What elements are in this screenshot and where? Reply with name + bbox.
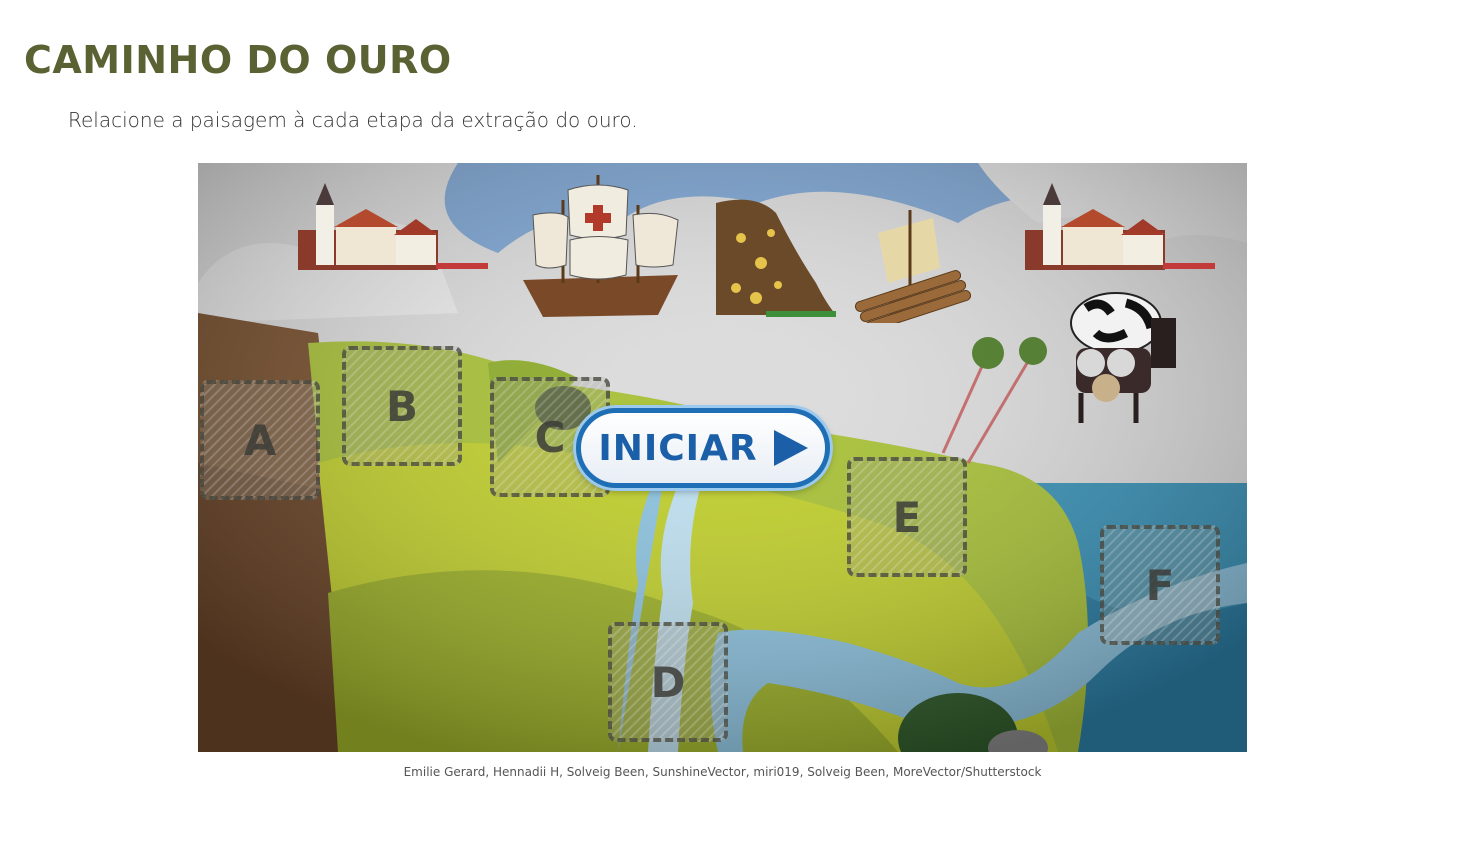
drop-zone-c-label: C: [534, 412, 566, 462]
play-icon: [773, 430, 808, 466]
start-button-label: INICIAR: [598, 427, 758, 469]
wooden-raft-card[interactable]: [848, 208, 978, 323]
drop-zone-b[interactable]: B: [342, 346, 462, 466]
drop-zone-e-label: E: [892, 492, 922, 542]
instruction-text: Relacione a paisagem à cada etapa da ext…: [68, 108, 638, 132]
pack-mules-card[interactable]: [1066, 288, 1191, 428]
drop-zone-d-label: D: [650, 657, 686, 707]
drop-zone-e[interactable]: E: [847, 457, 967, 577]
drop-zone-b-label: B: [385, 381, 418, 431]
drop-zone-a[interactable]: A: [200, 380, 320, 500]
drop-zone-d[interactable]: D: [608, 622, 728, 742]
gold-rock-card[interactable]: [716, 193, 836, 323]
village-left-card[interactable]: [296, 175, 496, 275]
village-right-card[interactable]: [1023, 175, 1223, 275]
drop-zone-f[interactable]: F: [1100, 525, 1220, 645]
drop-zone-a-label: A: [243, 415, 277, 465]
start-button[interactable]: INICIAR: [576, 408, 830, 488]
game-stage: A B C D E F INICIAR: [198, 163, 1247, 752]
page-title: CAMINHO DO OURO: [24, 38, 452, 82]
drop-zone-f-label: F: [1145, 560, 1175, 610]
image-credits: Emilie Gerard, Hennadii H, Solveig Been,…: [403, 765, 1042, 779]
caravel-ship-card[interactable]: [508, 165, 693, 325]
